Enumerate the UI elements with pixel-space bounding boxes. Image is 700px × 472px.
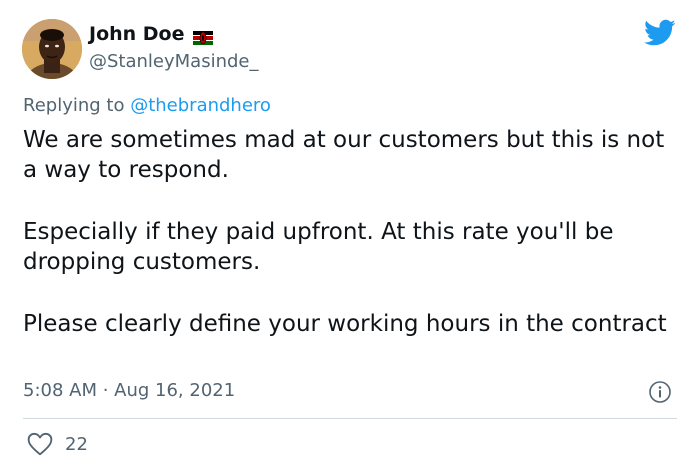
tweet-paragraph: Especially if they paid upfront. At this… xyxy=(23,219,614,275)
divider xyxy=(23,418,677,419)
tweet-paragraph: We are sometimes mad at our customers bu… xyxy=(23,127,665,183)
tweet-paragraph: Please clearly define your working hours… xyxy=(23,311,667,337)
reply-mention-link[interactable]: @thebrandhero xyxy=(130,95,271,116)
kenya-flag-icon xyxy=(192,27,213,45)
avatar[interactable] xyxy=(22,19,82,79)
author-handle[interactable]: @StanleyMasinde_ xyxy=(89,50,259,74)
tweet-card: John Doe @StanleyMasinde_ Replying to @t… xyxy=(0,0,700,472)
like-button[interactable]: 22 xyxy=(27,430,88,458)
heart-icon[interactable] xyxy=(27,432,53,456)
info-icon[interactable] xyxy=(648,380,672,404)
replying-to-label: Replying to xyxy=(23,95,131,116)
author-name-row[interactable]: John Doe xyxy=(89,22,213,46)
author-display-name[interactable]: John Doe xyxy=(89,22,185,46)
tweet-text: We are sometimes mad at our customers bu… xyxy=(23,125,683,339)
replying-to-line: Replying to @thebrandhero xyxy=(23,94,271,118)
twitter-bird-icon[interactable] xyxy=(644,19,676,47)
like-count: 22 xyxy=(65,433,88,455)
tweet-timestamp[interactable]: 5:08 AM · Aug 16, 2021 xyxy=(23,378,235,404)
